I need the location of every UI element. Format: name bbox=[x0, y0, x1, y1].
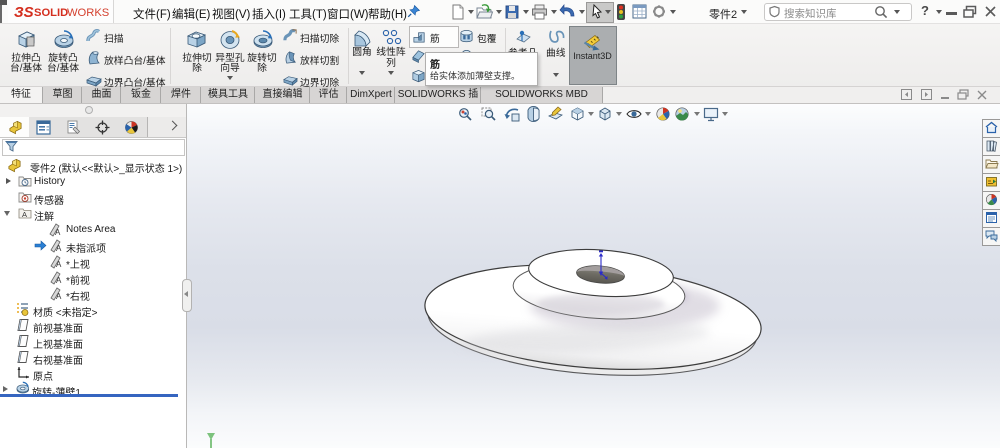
svg-text:ЗS: ЗS bbox=[14, 4, 34, 21]
svg-text:WORKS: WORKS bbox=[67, 7, 109, 19]
svg-text:A: A bbox=[56, 260, 62, 269]
svg-text:A: A bbox=[22, 210, 27, 219]
svg-text:A: A bbox=[56, 292, 62, 301]
svg-text:SOLID: SOLID bbox=[34, 7, 68, 19]
svg-text:A: A bbox=[55, 228, 61, 237]
svg-text:A: A bbox=[56, 276, 62, 285]
svg-text:A: A bbox=[56, 244, 62, 253]
